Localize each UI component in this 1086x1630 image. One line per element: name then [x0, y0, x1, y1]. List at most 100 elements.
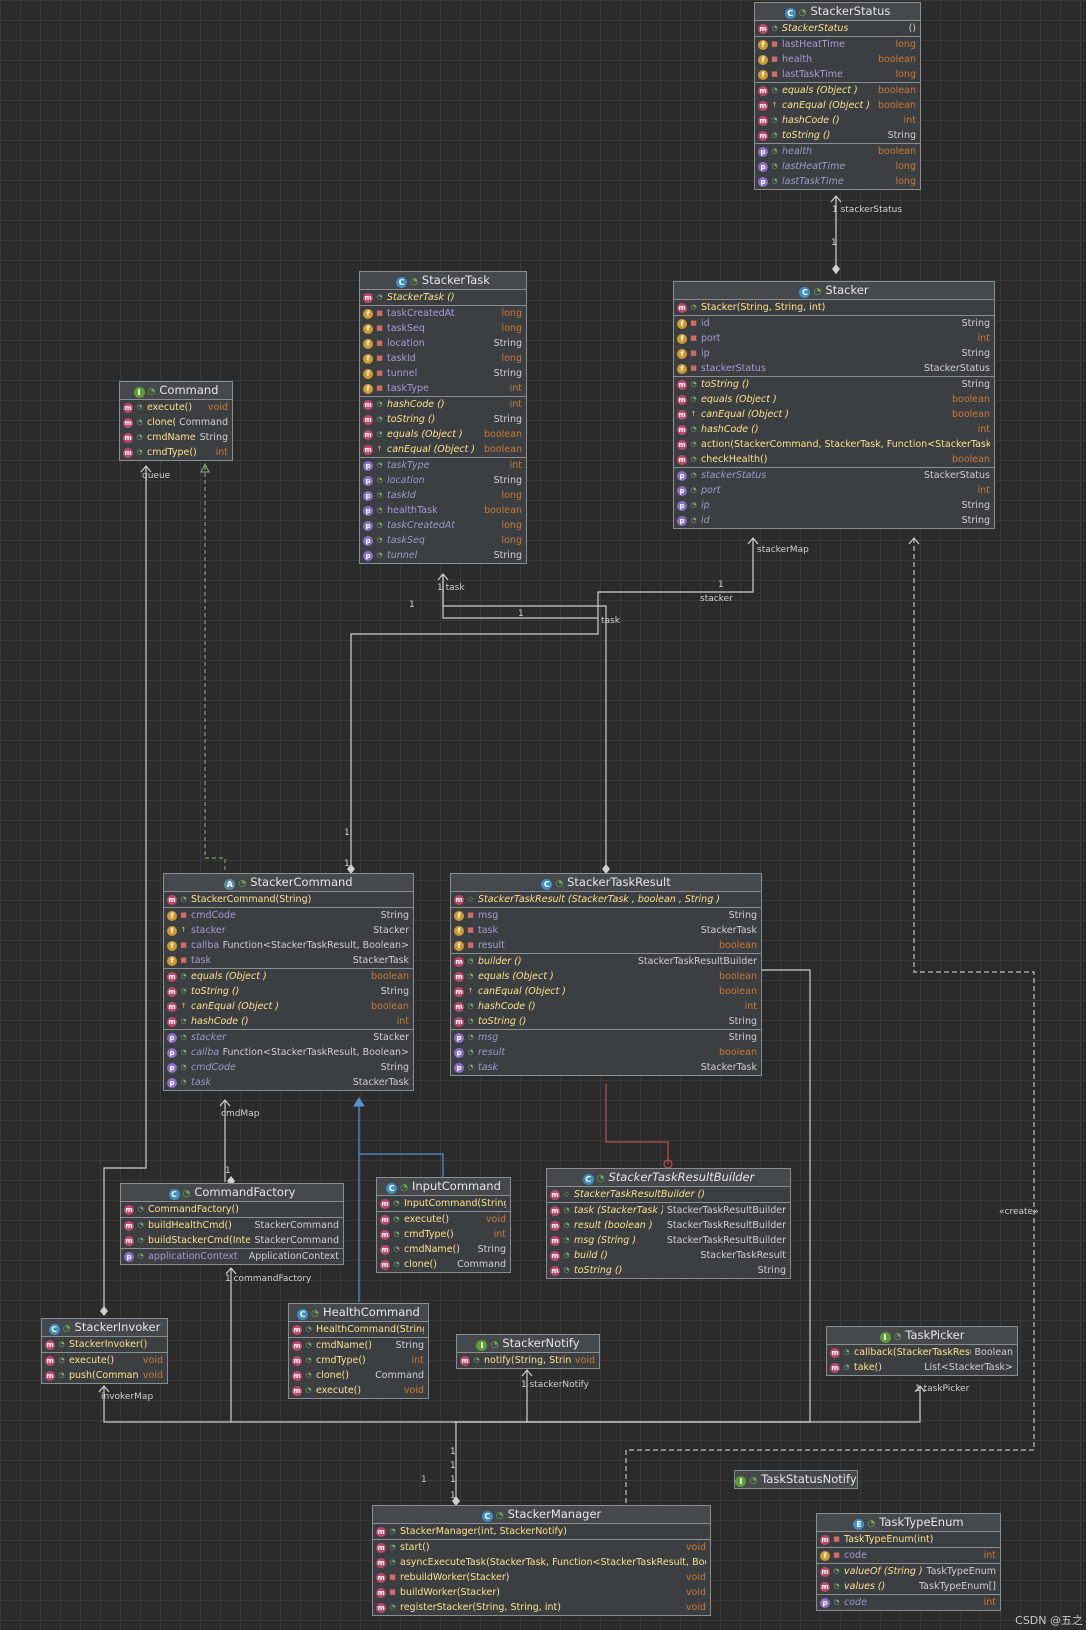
method-row[interactable]: m ◔ equals (Object ) boolean [755, 83, 920, 98]
class-command-factory[interactable]: C ◔ CommandFactory m ◔ CommandFactory() m ◔ buil… [120, 1183, 344, 1265]
method-row[interactable]: m◔ callback(StackerTaskResult)Boolean [827, 1345, 1017, 1360]
field-row[interactable]: f ■ tunnel String [360, 366, 526, 381]
method-row[interactable]: m ◔ execute() void [289, 1383, 428, 1398]
method-row[interactable]: m ◔ valueOf (String ) TaskTypeEnum [817, 1564, 1000, 1579]
method-row[interactable]: m◔ clone() Command [120, 415, 232, 430]
method-row[interactable]: m ◔ Stacker(String, String, int) [674, 300, 994, 315]
property-row[interactable]: p ◔ port int [674, 483, 994, 498]
method-row[interactable]: m◔cmdName()String [289, 1338, 428, 1353]
field-row[interactable]: f ■ taskSeq long [360, 321, 526, 336]
method-row[interactable]: m◔ buildStackerCmd(Integer) StackerCommand [121, 1233, 343, 1248]
method-row[interactable]: m ◔ hashCode () int [360, 397, 526, 412]
field-row[interactable]: f ■ id String [674, 316, 994, 331]
class-stacker-task-result-builder[interactable]: C ◔ StackerTaskResultBuilder m ◇ StackerTaskR… [546, 1168, 791, 1279]
method-row[interactable]: m ↑ canEqual (Object ) boolean [360, 442, 526, 457]
method-row[interactable]: m ◔ take() List<StackerTask> [827, 1360, 1017, 1375]
class-stacker-command[interactable]: A ◔ StackerCommand m ◔ StackerCommand(String)… [163, 873, 414, 1091]
class-header[interactable]: C ◔ StackerTaskResult [451, 874, 761, 892]
class-stacker-manager[interactable]: C ◔ StackerManager m ◔ StackerManager(int, St… [372, 1505, 711, 1616]
interface-stacker-notify[interactable]: I◔StackerNotifym◔notify(String, String)v… [456, 1334, 600, 1369]
field-row[interactable]: f ■ lastHeatTime long [755, 37, 920, 52]
method-row[interactable]: m ◔ checkHealth() boolean [674, 452, 994, 467]
method-row[interactable]: m ◔ equals (Object ) boolean [164, 969, 413, 984]
class-header[interactable]: C ◔ HealthCommand [289, 1304, 428, 1322]
property-row[interactable]: p ◔ task StackerTask [164, 1075, 413, 1090]
property-row[interactable]: p ◔ taskSeq long [360, 533, 526, 548]
method-row[interactable]: m ↑ canEqual (Object ) boolean [164, 999, 413, 1014]
method-row[interactable]: m ↑ canEqual (Object ) boolean [755, 98, 920, 113]
method-row[interactable]: m ◔ task (StackerTask ) StackerTaskResultBu… [547, 1203, 790, 1218]
class-stacker[interactable]: C ◔ Stacker m ◔ Stacker(String, String, int) f… [673, 281, 995, 529]
property-row[interactable]: p ◔ location String [360, 473, 526, 488]
property-row[interactable]: p ◔ taskCreatedAt long [360, 518, 526, 533]
method-row[interactable]: m ◔ StackerTask () [360, 290, 526, 305]
method-row[interactable]: m ◔ StackerManager(int, StackerNotify) [373, 1524, 710, 1539]
class-header[interactable]: C ◔ StackerInvoker [42, 1319, 167, 1337]
method-row[interactable]: m ◔ values () TaskTypeEnum[] [817, 1579, 1000, 1594]
method-row[interactable]: m ◔ result (boolean ) StackerTaskResultBuil… [547, 1218, 790, 1233]
method-row[interactable]: m ◔ hashCode () int [164, 1014, 413, 1029]
class-header[interactable]: C ◔ StackerTask [360, 272, 526, 290]
property-row[interactable]: p ◔ result boolean [451, 1045, 761, 1060]
method-row[interactable]: m ◔ hashCode () int [674, 422, 994, 437]
method-row[interactable]: m ◔ hashCode () int [451, 999, 761, 1014]
class-header[interactable]: C ◔ StackerTaskResultBuilder [547, 1169, 790, 1187]
property-row[interactable]: p ◔ lastHeatTime long [755, 159, 920, 174]
field-row[interactable]: f ■ taskType int [360, 381, 526, 396]
method-row[interactable]: m ◔ cmdType() int [289, 1353, 428, 1368]
property-row[interactable]: p◔ callbackFunction<StackerTaskResult, Bo… [164, 1045, 413, 1060]
method-row[interactable]: m◔cmdName()String [120, 430, 232, 445]
enum-task-type[interactable]: E ◔ TaskTypeEnum m ■ TaskTypeEnum(int) f ■ code i… [816, 1513, 1001, 1611]
property-row[interactable]: p ◔ code int [817, 1595, 1000, 1610]
interface-command[interactable]: I◔Commandm◔execute()voidm◔clone()Command… [119, 381, 233, 461]
field-row[interactable]: f ■ health boolean [755, 52, 920, 67]
method-row[interactable]: m ◔ builder () StackerTaskResultBuilder [451, 954, 761, 969]
field-row[interactable]: f ■ taskId long [360, 351, 526, 366]
property-row[interactable]: p ◔ lastTaskTime long [755, 174, 920, 189]
property-row[interactable]: p ◔ applicationContext ApplicationContext [121, 1249, 343, 1264]
method-row[interactable]: m ◔ start() void [373, 1540, 710, 1555]
field-row[interactable]: f ↑ stacker Stacker [164, 923, 413, 938]
method-row[interactable]: m ◔ execute() void [377, 1212, 510, 1227]
method-row[interactable]: m◔cmdName()String [377, 1242, 510, 1257]
method-row[interactable]: m ◔ registerStacker(String, String, int) vo… [373, 1600, 710, 1615]
property-row[interactable]: p ◔ healthTask boolean [360, 503, 526, 518]
field-row[interactable]: f ■ ip String [674, 346, 994, 361]
class-stacker-status[interactable]: C ◔ StackerStatus m ◔ StackerStatus() f ■ lastHe… [754, 2, 921, 190]
field-row[interactable]: f■ callbackFunction<StackerTaskResult, Bo… [164, 938, 413, 953]
field-row[interactable]: f ■ task StackerTask [164, 953, 413, 968]
method-row[interactable]: m◔ clone() Command [289, 1368, 428, 1383]
method-row[interactable]: m ◔ InputCommand(String) [377, 1196, 510, 1211]
method-row[interactable]: m ◔ toString () String [164, 984, 413, 999]
field-row[interactable]: f ■ cmdCode String [164, 908, 413, 923]
method-row[interactable]: m ◇ StackerTaskResult (StackerTask , boole… [451, 892, 761, 907]
method-row[interactable]: m ◔ StackerInvoker() [42, 1337, 167, 1352]
method-row[interactable]: m ◔ execute() void [120, 400, 232, 415]
property-row[interactable]: p ◔ taskId long [360, 488, 526, 503]
property-row[interactable]: p ◔ ip String [674, 498, 994, 513]
class-input-command[interactable]: C ◔ InputCommand m ◔ InputCommand(String) m ◔ ex… [376, 1177, 511, 1273]
class-header[interactable]: I ◔ StackerNotify [457, 1335, 599, 1353]
class-header[interactable]: C ◔ InputCommand [377, 1178, 510, 1196]
property-row[interactable]: p ◔ health boolean [755, 144, 920, 159]
field-row[interactable]: f ■ port int [674, 331, 994, 346]
method-row[interactable]: m ◔ toString () String [451, 1014, 761, 1029]
method-row[interactable]: m ◔ toString () String [674, 377, 994, 392]
method-row[interactable]: m ◔ equals (Object ) boolean [451, 969, 761, 984]
method-row[interactable]: m ◇ StackerTaskResultBuilder () [547, 1187, 790, 1202]
method-row[interactable]: m ◔ StackerStatus () [755, 21, 920, 36]
method-row[interactable]: m ◔ toString () String [360, 412, 526, 427]
property-row[interactable]: p ◔ task StackerTask [451, 1060, 761, 1075]
property-row[interactable]: p ◔ id String [674, 513, 994, 528]
method-row[interactable]: m ■ buildWorker(Stacker) void [373, 1585, 710, 1600]
field-row[interactable]: f ■ taskCreatedAt long [360, 306, 526, 321]
method-row[interactable]: m ◔ build () StackerTaskResult [547, 1248, 790, 1263]
class-stacker-invoker[interactable]: C ◔ StackerInvoker m ◔ StackerInvoker() m ◔ exec… [41, 1318, 168, 1384]
method-row[interactable]: m ↑ canEqual (Object ) boolean [451, 984, 761, 999]
method-row[interactable]: m ◔ toString () String [547, 1263, 790, 1278]
method-row[interactable]: m ◔ cmdType() int [120, 445, 232, 460]
class-stacker-task[interactable]: C ◔ StackerTask m ◔ StackerTask () f ■ taskCreat… [359, 271, 527, 564]
method-row[interactable]: m ■ TaskTypeEnum(int) [817, 1532, 1000, 1547]
class-header[interactable]: C ◔ StackerStatus [755, 3, 920, 21]
method-row[interactable]: m ◔ equals (Object ) boolean [360, 427, 526, 442]
